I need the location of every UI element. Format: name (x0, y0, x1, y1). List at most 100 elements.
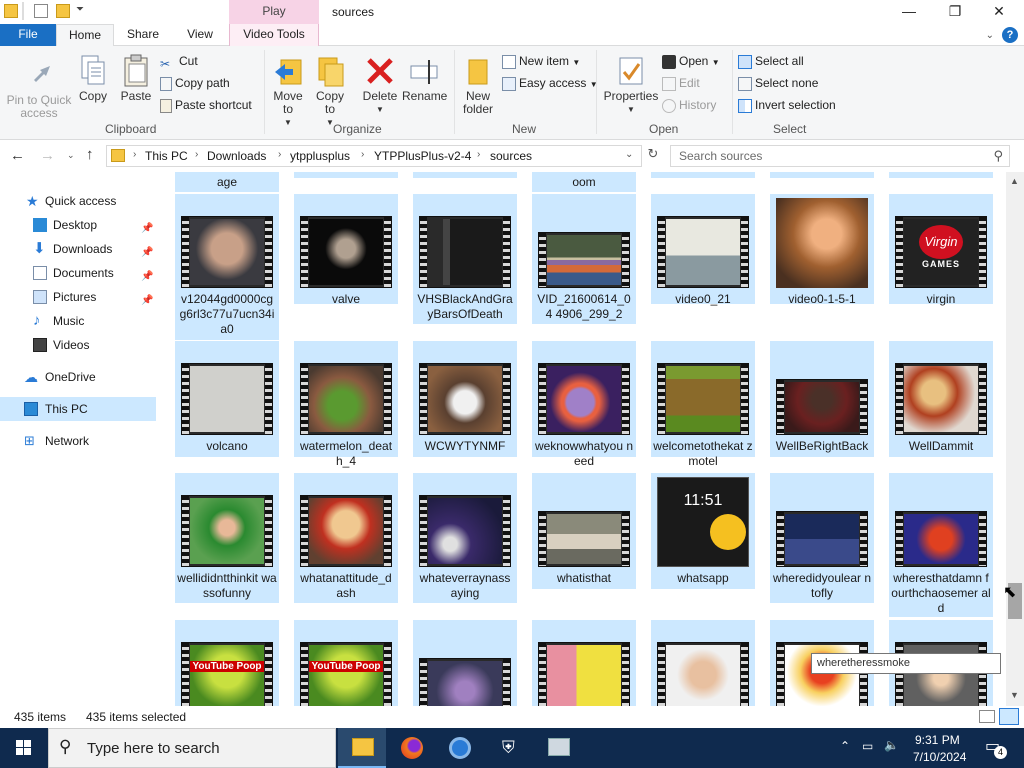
file-explorer-taskbar-icon[interactable] (338, 728, 386, 768)
file-tile[interactable]: valve (294, 194, 398, 306)
help-icon[interactable]: ? (1002, 27, 1018, 43)
crumb-ytpplusplus-v2-4[interactable]: YTPPlusPlus-v2-4 (374, 149, 471, 163)
crumb-sources[interactable]: sources (490, 149, 532, 163)
file-tile[interactable]: whatanattitude_d ash (294, 473, 398, 603)
crumb-downloads[interactable]: Downloads (207, 149, 266, 163)
delete-button[interactable]: Delete ▼ (358, 54, 402, 116)
vertical-scrollbar[interactable]: ▲ ▼ (1006, 172, 1024, 706)
close-button[interactable]: ✕ (976, 0, 1022, 24)
back-arrow-icon[interactable]: ← (10, 147, 25, 164)
file-tile[interactable]: Virgin GAMES virgin (889, 194, 993, 306)
tab-video-tools[interactable]: Video Tools (229, 24, 319, 46)
file-tile[interactable] (770, 172, 874, 178)
file-tile[interactable]: video0-1-5-1 (770, 194, 874, 306)
file-tile[interactable] (294, 172, 398, 178)
properties-button[interactable]: Properties ▼ (602, 54, 660, 116)
select-all-button[interactable]: Select all (738, 52, 804, 72)
new-folder-button[interactable]: New folder (458, 54, 498, 116)
start-button[interactable] (0, 728, 48, 768)
recent-locations-icon[interactable]: ⌄ (67, 150, 75, 161)
file-tile[interactable]: WellBeRightBack (770, 341, 874, 457)
file-tile[interactable]: watermelon_deat h_4 (294, 341, 398, 468)
easy-access-button[interactable]: Easy access ▼ (502, 74, 598, 94)
nav-onedrive[interactable]: ☁ OneDrive (0, 365, 156, 389)
file-tile[interactable]: whatisthat (532, 473, 636, 589)
nav-downloads[interactable]: ⬇ Downloads 📌 (0, 237, 156, 261)
file-tile[interactable]: age (175, 172, 279, 192)
file-tile[interactable]: VHSBlackAndGra yBarsOfDeath (413, 194, 517, 324)
scroll-down-icon[interactable]: ▼ (1010, 690, 1019, 700)
pin-quick-access-button[interactable]: Pin to Quick access (4, 58, 74, 120)
refresh-icon[interactable]: ↻ (644, 146, 662, 166)
scroll-up-icon[interactable]: ▲ (1010, 176, 1019, 186)
new-folder-qa-icon[interactable] (56, 4, 70, 18)
remote-desktop-icon[interactable] (534, 728, 582, 768)
clock-time[interactable]: 9:31 PM (915, 733, 960, 747)
search-input[interactable]: Search sources ⚲ (670, 145, 1010, 167)
select-none-button[interactable]: Select none (738, 74, 818, 94)
file-tile[interactable]: VID_21600614_04 4906_299_2 (532, 194, 636, 324)
network-status-icon[interactable]: ▭ (862, 739, 873, 753)
file-tile[interactable]: wheresthatdamn fourthchaosemer ald (889, 473, 993, 617)
nav-desktop[interactable]: Desktop 📌 (0, 213, 156, 237)
maximize-button[interactable]: ❐ (932, 0, 978, 24)
up-arrow-icon[interactable]: ↑ (86, 146, 94, 163)
copy-button[interactable]: Copy (74, 54, 112, 103)
file-tile[interactable]: 11:51 whatsapp (651, 473, 755, 589)
show-hidden-icons-icon[interactable]: ⌃ (840, 739, 850, 753)
details-view-icon[interactable] (979, 710, 995, 723)
tab-file[interactable]: File (0, 24, 56, 46)
open-button[interactable]: Open ▼ (662, 52, 720, 72)
tab-view[interactable]: View (176, 24, 224, 46)
file-tile[interactable]: wellididntthinkit wassofunny (175, 473, 279, 603)
volume-muted-icon[interactable]: 🔈 (884, 738, 899, 752)
chromium-icon[interactable] (436, 728, 484, 768)
nav-quick-access[interactable]: ★ Quick access (0, 189, 156, 213)
invert-selection-button[interactable]: Invert selection (738, 96, 836, 116)
file-tile[interactable]: video0_21 (651, 194, 755, 306)
cut-button[interactable]: ✂ Cut (160, 52, 198, 72)
file-tile[interactable]: WellDammit (889, 341, 993, 457)
properties-qa-icon[interactable] (34, 4, 48, 18)
file-tile[interactable]: volcano (175, 341, 279, 457)
file-tile[interactable] (651, 172, 755, 178)
file-tile[interactable]: v12044gd0000cg g6rl3c77u7ucn34i a0 (175, 194, 279, 340)
new-item-button[interactable]: New item ▼ (502, 52, 580, 72)
file-tile[interactable]: welcometothekat zmotel (651, 341, 755, 468)
file-tile[interactable] (651, 620, 755, 706)
file-tile[interactable]: YouTube Poop (294, 620, 398, 706)
qa-dropdown-icon[interactable]: ⏷ (76, 4, 86, 18)
nav-music[interactable]: ♪ Music (0, 309, 156, 333)
move-to-button[interactable]: Move to ▼ (268, 54, 308, 129)
crumb-ytpplusplus[interactable]: ytpplusplus (290, 149, 350, 163)
clock-date[interactable]: 7/10/2024 (913, 750, 966, 764)
copy-path-button[interactable]: Copy path (160, 74, 230, 94)
file-tile[interactable] (413, 620, 517, 706)
edit-button[interactable]: Edit (662, 74, 700, 94)
file-tile[interactable] (889, 172, 993, 178)
file-tile[interactable] (413, 172, 517, 178)
large-icons-view-icon[interactable] (999, 708, 1019, 725)
nav-documents[interactable]: Documents 📌 (0, 261, 156, 285)
copy-to-button[interactable]: Copy to ▼ (310, 54, 350, 129)
address-dropdown-icon[interactable]: ⌄ (625, 149, 633, 160)
taskbar-search-box[interactable]: ⚲ Type here to search (48, 728, 336, 768)
nav-network[interactable]: ⊞ Network (0, 429, 156, 453)
security-shield-icon[interactable]: ⛨ (486, 728, 534, 768)
rename-button[interactable]: Rename (402, 54, 447, 103)
expand-ribbon-icon[interactable]: ⌄ (986, 30, 994, 41)
nav-pictures[interactable]: Pictures 📌 (0, 285, 156, 309)
file-tile[interactable] (532, 620, 636, 706)
file-tile[interactable]: wheredidyoulear ntofly (770, 473, 874, 603)
tab-share[interactable]: Share (118, 24, 168, 46)
nav-videos[interactable]: Videos (0, 333, 156, 357)
tab-home[interactable]: Home (56, 24, 114, 47)
address-bar[interactable]: › This PC › Downloads › ytpplusplus › YT… (106, 145, 642, 167)
minimize-button[interactable]: — (886, 0, 932, 24)
file-tile[interactable]: YouTube Poop (175, 620, 279, 706)
file-tile[interactable]: whateverraynass aying (413, 473, 517, 603)
file-tile[interactable]: WCWYTYNMF (413, 341, 517, 457)
history-button[interactable]: History (662, 96, 716, 116)
file-tile[interactable]: oom (532, 172, 636, 192)
forward-arrow-icon[interactable]: → (40, 147, 55, 164)
